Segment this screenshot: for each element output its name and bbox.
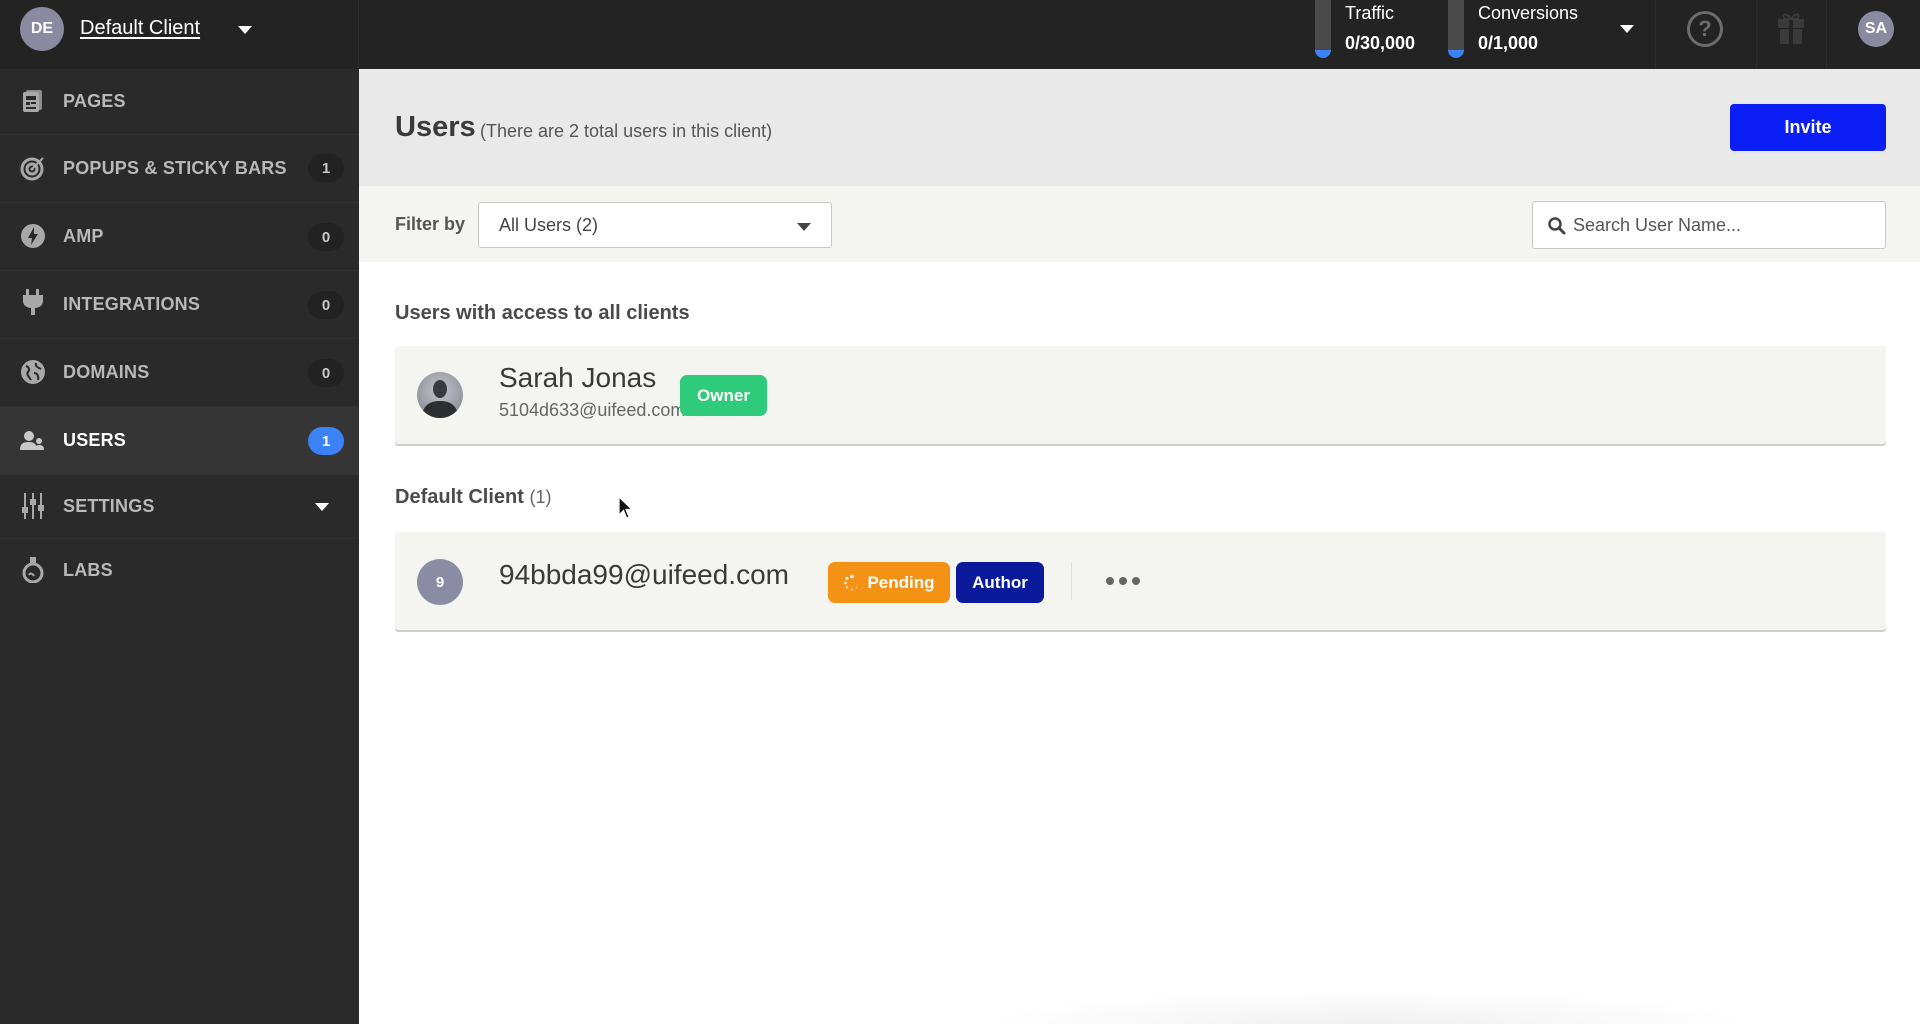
target-icon [20,155,46,181]
conversions-gauge [1448,0,1464,58]
count-badge: 0 [308,359,344,387]
spinner-icon [844,574,859,590]
lightning-icon [20,223,46,249]
sidebar-item-users[interactable]: USERS 1 [0,407,359,475]
dot-icon [1106,577,1114,585]
sidebar-item-label: AMP [63,226,104,246]
divider [1071,562,1072,600]
page-header: Users (There are 2 total users in this c… [359,69,1920,186]
usage-dropdown-icon[interactable] [1620,25,1634,33]
sidebar-item-label: INTEGRATIONS [63,294,201,314]
traffic-gauge-fill [1315,50,1331,58]
search-box[interactable] [1532,201,1886,249]
section-title: Default Client (1) [395,486,551,509]
sliders-icon [20,493,46,519]
conversions-gauge-fill [1448,50,1464,58]
divider [1826,0,1827,69]
top-bar: DE Default Client Traffic 0/30,000 Conve… [0,0,1920,69]
more-options-button[interactable] [1098,566,1148,596]
count-badge: 1 [308,427,344,455]
user-row: 9 94bbda99@uifeed.com Pending Author [395,532,1886,630]
sidebar-item-label: PAGES [63,91,126,111]
plug-icon [20,289,46,315]
flask-icon [20,557,46,583]
section-count: (1) [529,487,552,507]
sidebar-item-label: USERS [63,430,127,450]
sidebar-item-label: SETTINGS [63,496,155,516]
sidebar-item-label: LABS [63,560,113,580]
search-icon [1548,217,1566,235]
section-title-text: Users with access to all clients [395,302,690,324]
pending-badge: Pending [828,562,950,603]
user-initial-avatar: 9 [417,559,463,605]
sidebar-item-label: POPUPS & STICKY BARS [63,158,287,178]
client-avatar: DE [20,7,64,51]
user-email: 5104d633@uifeed.com [499,400,686,420]
section-title: Users with access to all clients [395,302,690,325]
sidebar-item-amp[interactable]: AMP 0 [0,203,359,271]
users-icon [20,428,46,454]
pending-badge-label: Pending [867,572,935,592]
dot-icon [1119,577,1127,585]
chevron-down-icon [797,223,811,231]
conversions-label: Conversions [1478,3,1579,23]
sidebar-item-popups[interactable]: POPUPS & STICKY BARS 1 [0,135,359,203]
filter-selected-value: All Users (2) [499,215,599,235]
user-avatar[interactable]: SA [1858,11,1894,47]
count-badge: 0 [308,223,344,251]
sidebar-item-label: DOMAINS [63,362,150,382]
divider [1655,0,1656,69]
traffic-gauge [1315,0,1331,58]
sidebar-item-pages[interactable]: PAGES [0,69,359,135]
chevron-down-icon [315,503,329,511]
globe-icon [20,359,46,385]
help-circle-icon[interactable]: ? [1687,11,1723,47]
filter-label: Filter by [395,214,466,234]
main-content: Users (There are 2 total users in this c… [359,69,1920,1024]
count-badge: 1 [308,154,344,182]
chevron-down-icon[interactable] [238,26,252,34]
sidebar-item-settings[interactable]: SETTINGS [0,475,359,539]
filter-select[interactable]: All Users (2) [478,202,832,248]
user-row: Sarah Jonas 5104d633@uifeed.com Owner [395,346,1886,444]
sidebar-item-labs[interactable]: LABS [0,539,359,603]
gift-icon[interactable] [1775,9,1807,45]
author-badge: Author [956,562,1044,603]
client-switcher[interactable]: DE Default Client [0,0,359,69]
user-email: 94bbda99@uifeed.com [499,559,789,590]
pages-icon [20,88,46,114]
invite-button[interactable]: Invite [1730,104,1886,151]
page-subtitle: (There are 2 total users in this client) [480,121,773,141]
traffic-label: Traffic [1345,3,1395,23]
traffic-value: 0/30,000 [1345,33,1416,53]
client-name-link[interactable]: Default Client [80,17,200,40]
page-title: Users [395,111,476,143]
dot-icon [1132,577,1140,585]
count-badge: 0 [308,291,344,319]
conversions-value: 0/1,000 [1478,33,1539,53]
owner-badge: Owner [680,375,767,416]
search-input[interactable] [1573,204,1873,246]
sidebar-item-integrations[interactable]: INTEGRATIONS 0 [0,271,359,339]
mouse-cursor-icon [618,496,634,519]
user-photo-avatar [417,372,463,418]
user-name: Sarah Jonas [499,362,657,393]
decorative-shadow [979,990,1759,1024]
filter-bar: Filter by All Users (2) [359,186,1920,262]
divider [1756,0,1757,69]
sidebar-item-domains[interactable]: DOMAINS 0 [0,339,359,407]
section-title-text: Default Client [395,486,524,508]
sidebar: PAGES POPUPS & STICKY BARS 1 AMP 0 INTEG… [0,69,359,1024]
